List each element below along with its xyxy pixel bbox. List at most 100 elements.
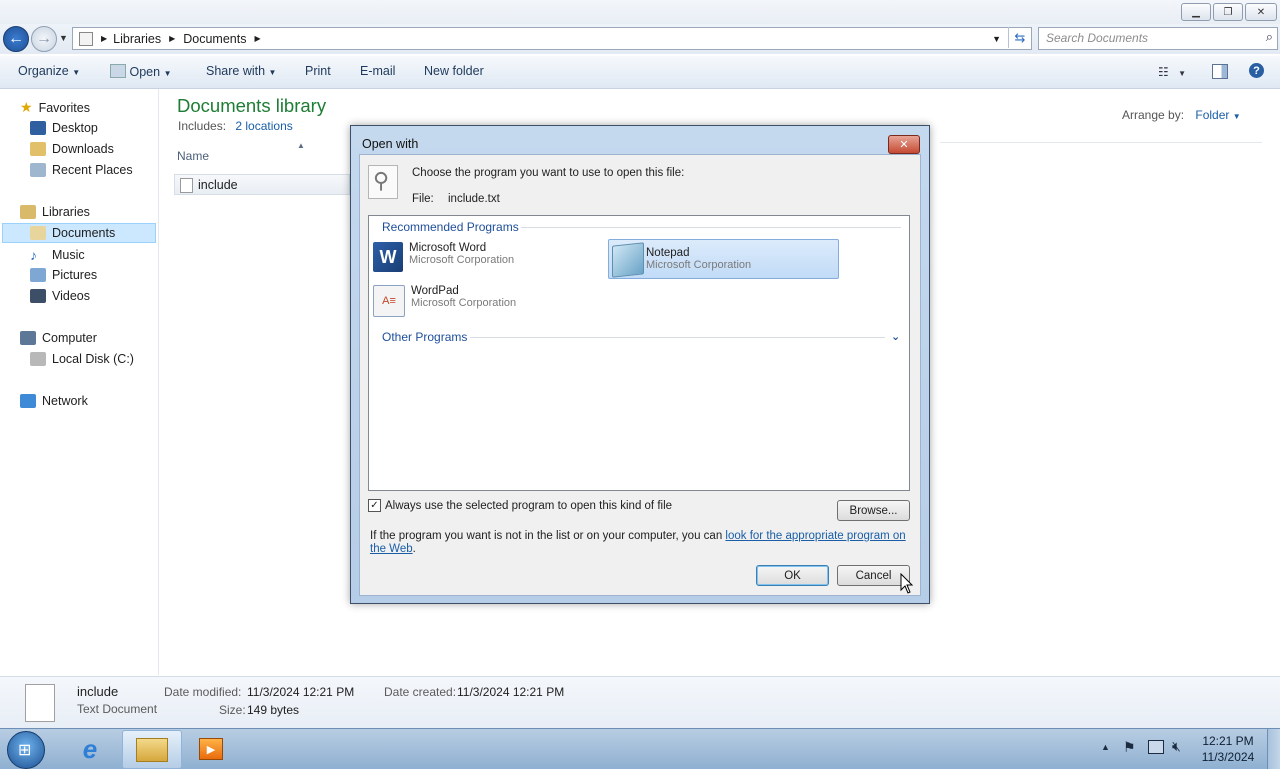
text-file-large-icon (25, 684, 55, 722)
star-icon: ★ (20, 99, 33, 115)
dialog-close-button[interactable]: ✕ (888, 135, 920, 154)
open-label: Open (129, 65, 161, 79)
taskbar-internet-explorer[interactable]: e (65, 730, 115, 768)
sidebar-item-label: Videos (52, 289, 90, 303)
sidebar-item-pictures[interactable]: Pictures (30, 268, 97, 282)
program-publisher: Microsoft Corporation (646, 259, 752, 271)
sidebar-item-music[interactable]: ♪ Music (30, 247, 85, 263)
taskbar: ⊞ e ▶ ▲ ⚑ 🔇︎ 12:21 PM 11/3/2024 (0, 728, 1280, 769)
share-with-button[interactable]: Share with ▼ (206, 64, 276, 78)
change-view-button[interactable]: ☷ ▼ (1158, 65, 1186, 79)
sidebar-item-documents[interactable]: Documents (30, 226, 115, 240)
chevron-down-icon: ▼ (1178, 69, 1187, 78)
sidebar-item-computer[interactable]: Computer (20, 331, 97, 345)
sidebar-item-label: Local Disk (C:) (52, 352, 134, 366)
show-hidden-icons-button[interactable]: ▲ (1101, 742, 1110, 752)
list-item[interactable]: include (174, 174, 350, 195)
close-icon: ✕ (899, 139, 909, 151)
show-desktop-button[interactable] (1267, 729, 1280, 769)
breadcrumb-documents[interactable]: Documents (183, 32, 246, 46)
program-item-wordpad[interactable]: A≡ WordPad Microsoft Corporation (373, 285, 601, 319)
program-item-notepad[interactable]: Notepad Microsoft Corporation (608, 239, 839, 279)
volume-muted-icon[interactable]: 🔇︎ (1172, 738, 1181, 755)
size-value: 149 bytes (247, 703, 300, 717)
videos-icon (30, 289, 46, 303)
text-file-icon (180, 178, 193, 193)
start-button[interactable]: ⊞ (7, 731, 45, 769)
sort-ascending-icon: ▲ (297, 141, 305, 150)
notepad-icon (612, 242, 644, 278)
email-button[interactable]: E-mail (360, 64, 395, 78)
search-icon[interactable]: ⌕ (1266, 29, 1273, 45)
media-player-icon: ▶ (199, 738, 223, 760)
action-center-flag-icon[interactable]: ⚑ (1123, 739, 1136, 756)
always-use-label: Always use the selected program to open … (385, 499, 673, 512)
sidebar-item-desktop[interactable]: Desktop (30, 121, 98, 135)
always-use-checkbox[interactable]: ✓ (368, 499, 381, 512)
close-button[interactable]: ✕ (1245, 3, 1277, 21)
magnifier-icon: ⚲ (373, 168, 390, 193)
chevron-down-icon: ▼ (72, 68, 81, 77)
back-button[interactable]: ← (3, 26, 29, 52)
taskbar-windows-explorer[interactable] (122, 730, 182, 769)
refresh-button[interactable]: ⇆ (1008, 27, 1031, 48)
breadcrumb-libraries[interactable]: Libraries (113, 32, 161, 46)
details-file-name: include (77, 684, 119, 699)
always-use-option[interactable]: ✓ Always use the selected program to ope… (368, 499, 672, 512)
share-with-label: Share with (206, 64, 266, 78)
hint-prefix: If the program you want is not in the li… (370, 530, 723, 542)
sidebar-item-local-disk[interactable]: Local Disk (C:) (30, 352, 134, 366)
disk-drive-icon (30, 352, 46, 366)
sidebar-item-label: Computer (42, 331, 97, 345)
size-label: Size: (219, 703, 246, 717)
network-status-icon[interactable] (1148, 740, 1164, 754)
expand-chevron-icon[interactable]: ⌄ (891, 330, 900, 343)
search-input[interactable]: Search Documents ⌕ (1038, 27, 1278, 50)
breadcrumb-separator-icon: ▶ (254, 34, 261, 43)
open-icon (110, 64, 126, 78)
open-button[interactable]: Open ▼ (110, 64, 171, 79)
network-icon (20, 394, 36, 408)
column-header-name[interactable]: Name (177, 149, 209, 163)
folder-location-icon (79, 31, 93, 46)
other-programs-header[interactable]: Other Programs (382, 330, 467, 344)
address-dropdown-icon[interactable]: ▼ (992, 34, 1001, 44)
sidebar-item-libraries[interactable]: Libraries (20, 205, 90, 219)
recent-pages-dropdown[interactable]: ▼ (59, 33, 68, 43)
sidebar-item-favorites[interactable]: ★ Favorites (20, 99, 90, 116)
dialog-instruction: Choose the program you want to use to op… (412, 167, 685, 179)
ok-button[interactable]: OK (756, 565, 829, 586)
pictures-icon (30, 268, 46, 282)
maximize-button[interactable]: ❐ (1213, 3, 1243, 21)
browse-button[interactable]: Browse... (837, 500, 910, 521)
address-bar[interactable]: ▶ Libraries ▶ Documents ▶ ▼ (72, 27, 1032, 50)
sidebar-item-label: Documents (52, 226, 116, 240)
back-arrow-icon: ← (8, 30, 24, 47)
minimize-button[interactable]: ▁ (1181, 3, 1211, 21)
forward-button[interactable]: → (31, 26, 57, 52)
program-name: Notepad (646, 247, 690, 259)
program-item-microsoft-word[interactable]: W Microsoft Word Microsoft Corporation (373, 242, 601, 276)
includes-locations-link[interactable]: 2 locations (235, 119, 292, 133)
organize-button[interactable]: Organize ▼ (18, 64, 80, 78)
group-divider (521, 227, 901, 228)
sidebar-item-recent-places[interactable]: Recent Places (30, 163, 133, 177)
taskbar-media-player[interactable]: ▶ (186, 730, 236, 768)
new-folder-button[interactable]: New folder (424, 64, 484, 78)
music-icon: ♪ (30, 247, 37, 263)
help-icon[interactable]: ? (1249, 63, 1264, 78)
includes-row: Includes: 2 locations (178, 119, 293, 133)
program-list[interactable]: Recommended Programs W Microsoft Word Mic… (368, 215, 910, 491)
sidebar-item-downloads[interactable]: Downloads (30, 142, 114, 156)
preview-pane-button[interactable] (1212, 64, 1228, 79)
sidebar-item-videos[interactable]: Videos (30, 289, 90, 303)
program-publisher: Microsoft Corporation (409, 254, 515, 266)
date-modified-label: Date modified: (164, 685, 242, 699)
view-list-icon: ☷ (1158, 65, 1169, 79)
clock[interactable]: 12:21 PM 11/3/2024 (1196, 733, 1260, 765)
print-button[interactable]: Print (305, 64, 331, 78)
arrange-by-dropdown[interactable]: Folder ▼ (1195, 108, 1240, 122)
chevron-down-icon: ▼ (268, 68, 277, 77)
hint-suffix: . (412, 543, 416, 555)
sidebar-item-network[interactable]: Network (20, 394, 88, 408)
